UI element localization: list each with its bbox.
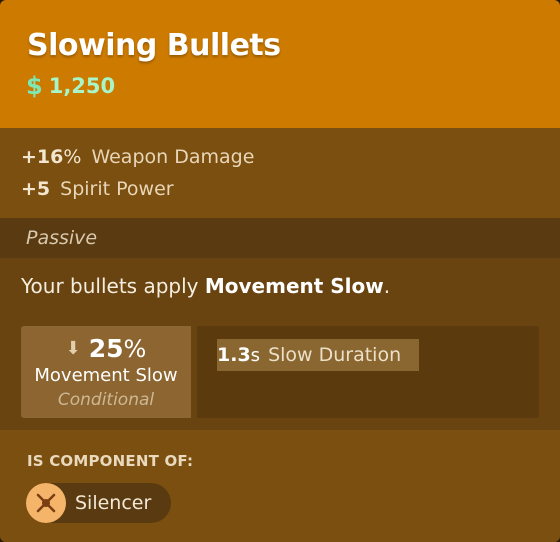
- stat-value: +5: [21, 178, 51, 200]
- passive-label: Passive: [26, 227, 98, 249]
- slow-duration-chip: 1.3s Slow Duration: [217, 339, 419, 371]
- item-title: Slowing Bullets: [27, 28, 281, 63]
- component-silencer[interactable]: Silencer: [26, 483, 171, 523]
- component-name: Silencer: [75, 492, 152, 514]
- slow-duration-label: Slow Duration: [268, 344, 402, 366]
- stat-row-weapon-damage: +16% Weapon Damage: [21, 146, 254, 168]
- stat-label: Spirit Power: [60, 178, 174, 200]
- movement-slow-value: 25%: [88, 334, 147, 363]
- passive-description-keyword: Movement Slow: [204, 274, 384, 298]
- movement-slow-property: ⬇ 25% Movement Slow Conditional: [21, 326, 191, 418]
- movement-slow-label: Movement Slow: [34, 365, 178, 386]
- item-cost-value: 1,250: [48, 74, 116, 98]
- passive-header: Passive: [0, 218, 560, 258]
- components-title: IS COMPONENT OF:: [27, 452, 194, 470]
- stats-section: +16% Weapon Damage +5 Spirit Power: [0, 128, 560, 218]
- stat-value: +16%: [21, 146, 82, 168]
- silencer-icon: [26, 483, 66, 523]
- conditional-label: Conditional: [57, 390, 155, 410]
- stat-row-spirit-power: +5 Spirit Power: [21, 178, 174, 200]
- components-section: IS COMPONENT OF: Silencer: [0, 430, 560, 542]
- slow-duration-property: 1.3s Slow Duration: [197, 326, 539, 418]
- passive-section: Your bullets apply Movement Slow. ⬇ 25% …: [0, 258, 560, 430]
- passive-description: Your bullets apply Movement Slow.: [21, 274, 391, 298]
- slow-boot-icon: ⬇: [65, 337, 81, 359]
- item-cost: $ 1,250: [26, 74, 115, 98]
- souls-icon: $: [26, 72, 43, 100]
- slow-duration-value: 1.3s: [217, 344, 261, 366]
- stat-label: Weapon Damage: [91, 146, 255, 168]
- item-header: Slowing Bullets $ 1,250: [0, 0, 560, 128]
- item-tooltip-card: Slowing Bullets $ 1,250 +16% Weapon Dama…: [0, 0, 560, 542]
